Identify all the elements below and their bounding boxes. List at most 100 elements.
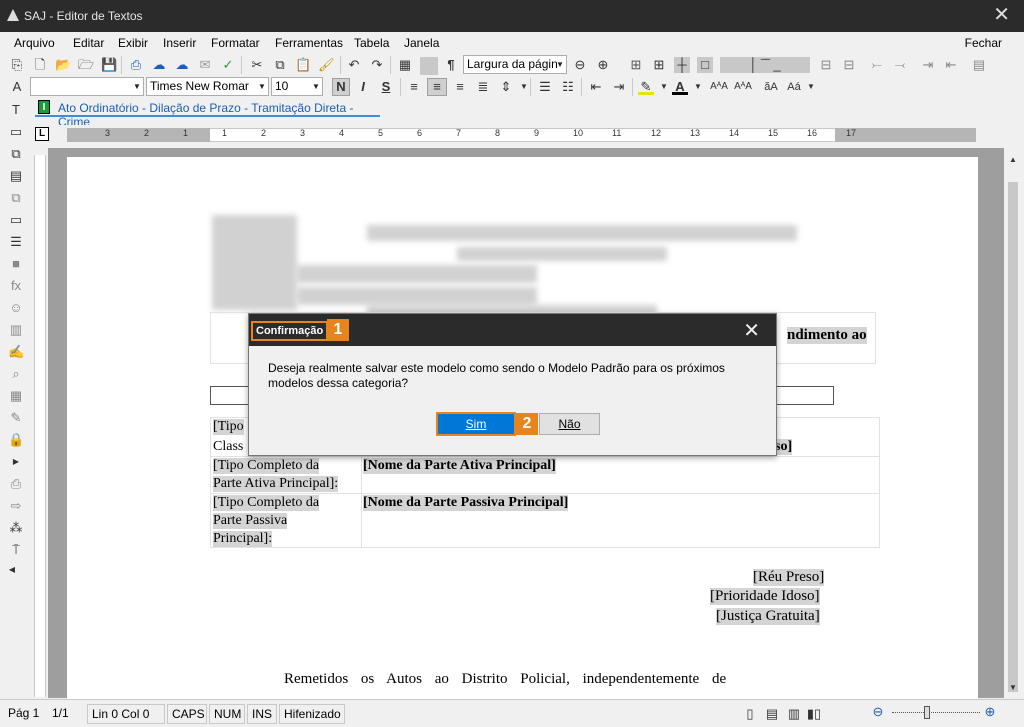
scroll-down-icon[interactable]: ▼	[1005, 680, 1021, 696]
undo-icon[interactable]: ↶	[346, 57, 362, 73]
model-category-tab[interactable]: I Ato Ordinatório - Dilação de Prazo - T…	[35, 99, 380, 129]
zoom-out-icon[interactable]: ⊖	[870, 704, 886, 720]
list-icon[interactable]: ☰	[8, 234, 24, 250]
align-center-icon[interactable]: ≡	[427, 78, 447, 96]
numbering-icon[interactable]: ☷	[560, 79, 576, 95]
font-size-select[interactable]: 10 ▼	[271, 77, 323, 96]
outside-borders-icon[interactable]: □	[697, 57, 713, 73]
zoom-thumb[interactable]	[924, 706, 930, 719]
redo-icon[interactable]: ↷	[369, 57, 385, 73]
view-outline-icon[interactable]: ▮▯	[806, 706, 822, 722]
styles-icon[interactable]: A	[9, 79, 25, 95]
grow-font-icon[interactable]: AᴬA	[709, 79, 729, 95]
merge-cells-icon[interactable]: ⊟	[818, 57, 834, 73]
menu-inserir[interactable]: Inserir	[163, 36, 196, 50]
highlight-color-icon[interactable]: ✎	[638, 79, 654, 95]
increase-indent-icon[interactable]: ⇥	[611, 79, 627, 95]
paste-icon[interactable]: 📋	[295, 57, 311, 73]
lock-icon[interactable]: 🔒	[8, 432, 24, 448]
table-borders-icon[interactable]: ⊞	[651, 57, 667, 73]
formula-icon[interactable]: fx	[8, 278, 24, 294]
text-tool-icon[interactable]: T	[8, 102, 24, 118]
export-icon[interactable]: ⇨	[8, 498, 24, 514]
insert-column-icon[interactable]: ⇥	[920, 57, 936, 73]
print-preview-icon[interactable]: ⎙	[8, 476, 24, 492]
view-web-icon[interactable]: ▥	[786, 706, 802, 722]
show-formatting-icon[interactable]: ¶	[443, 57, 459, 73]
zoom-select[interactable]: Largura da págin ▼	[463, 55, 567, 74]
comment-icon[interactable]: ▭	[8, 212, 24, 228]
paint-roller-icon[interactable]: ⍑	[8, 542, 24, 558]
copy-format-icon[interactable]: ⧉	[8, 146, 24, 162]
window-close-icon[interactable]: ✕	[993, 5, 1010, 25]
delete-column-icon[interactable]: ⇤	[943, 57, 959, 73]
menu-arquivo[interactable]: Arquivo	[14, 36, 55, 50]
font-select[interactable]: Times New Romar ▼	[146, 77, 269, 96]
search-document-icon[interactable]: ⌕	[8, 366, 24, 382]
font-color-icon[interactable]: A	[672, 79, 688, 95]
columns-icon[interactable]: ▥	[8, 322, 24, 338]
menu-tabela[interactable]: Tabela	[354, 36, 389, 50]
spellcheck-icon[interactable]: ✓	[220, 57, 236, 73]
cut-icon[interactable]: ✂	[249, 57, 265, 73]
new-document-icon[interactable]: 🗋	[32, 57, 48, 73]
justify-icon[interactable]: ≣	[475, 79, 491, 95]
signature-icon[interactable]: ✍	[8, 344, 24, 360]
split-cells-icon[interactable]: ⊟	[841, 57, 857, 73]
horizontal-ruler[interactable]: L 3 2 1 1 2 3 4 5 6 7 8 9 10 11 12 13 14 15 16 17	[35, 125, 976, 145]
align-left-icon[interactable]: ≡	[406, 79, 422, 95]
no-button[interactable]: Não	[539, 413, 600, 435]
line-spacing-icon[interactable]: ⇕	[498, 79, 514, 95]
chevron-right-icon[interactable]: ▶	[8, 454, 24, 470]
open-folder-icon[interactable]: 📂	[55, 57, 71, 73]
edit-icon[interactable]: ✎	[8, 410, 24, 426]
vertical-scrollbar[interactable]: ▲ ▼	[1004, 150, 1022, 698]
email-icon[interactable]: ✉	[197, 57, 213, 73]
cloud-icon[interactable]: ☁	[151, 57, 167, 73]
delete-row-icon[interactable]: ⤙	[892, 57, 908, 73]
scrollbar-thumb[interactable]	[1008, 182, 1018, 692]
bullets-icon[interactable]: ☰	[537, 79, 553, 95]
open-model-icon[interactable]: 🗁	[78, 57, 94, 73]
zoom-in-icon[interactable]: ⊕	[982, 704, 998, 720]
insert-field-icon[interactable]: ▤	[8, 168, 24, 184]
preview-icon[interactable]: ☁	[174, 57, 190, 73]
menu-formatar[interactable]: Formatar	[211, 36, 260, 50]
chevron-down-icon[interactable]: ▼	[803, 79, 819, 95]
menu-exibir[interactable]: Exibir	[118, 36, 148, 50]
view-draft-icon[interactable]: ▯	[742, 706, 758, 722]
yes-button[interactable]: Sim	[436, 412, 516, 436]
underline-button[interactable]: S	[378, 79, 394, 95]
table-grid-icon[interactable]: ⊞	[628, 57, 644, 73]
zoom-out-icon[interactable]: ⊖	[572, 57, 588, 73]
align-right-icon[interactable]: ≡	[452, 79, 468, 95]
italic-button[interactable]: I	[355, 79, 371, 95]
copy-icon[interactable]: ⧉	[272, 57, 288, 73]
menu-editar[interactable]: Editar	[73, 36, 104, 50]
close-document-button[interactable]: Fechar	[965, 36, 1002, 50]
calendar-icon[interactable]: ▦	[8, 388, 24, 404]
table-properties-icon[interactable]: ▤	[971, 57, 987, 73]
insert-table-icon[interactable]: ▦	[397, 57, 413, 73]
menu-janela[interactable]: Janela	[404, 36, 439, 50]
text-effects-icon[interactable]: Aá	[785, 79, 803, 95]
chevron-left-icon[interactable]: ◀	[4, 562, 20, 578]
block-icon[interactable]: ■	[8, 256, 24, 272]
view-page-icon[interactable]: ▤	[764, 706, 780, 722]
change-case-icon[interactable]: ăA	[762, 79, 780, 95]
bold-button[interactable]: N	[332, 78, 350, 96]
inner-borders-icon[interactable]: ┼	[674, 57, 690, 73]
shading-icon[interactable]	[420, 57, 438, 75]
menu-ferramentas[interactable]: Ferramentas	[275, 36, 343, 50]
print-icon[interactable]: ⎙	[128, 57, 144, 73]
style-select[interactable]: ▼	[30, 77, 144, 96]
border-options-icon[interactable]: │ ‾‾ _	[720, 57, 810, 73]
tab-stop-selector[interactable]: L	[35, 127, 49, 141]
user-icon[interactable]: ☺	[8, 300, 24, 316]
zoom-slider[interactable]: ⊖ ⊕	[870, 703, 1000, 723]
attach-icon[interactable]: ⧉	[8, 190, 24, 206]
dialog-close-icon[interactable]: ✕	[743, 318, 760, 343]
decrease-indent-icon[interactable]: ⇤	[588, 79, 604, 95]
scroll-up-icon[interactable]: ▲	[1005, 152, 1021, 168]
insert-row-icon[interactable]: ⤚	[869, 57, 885, 73]
